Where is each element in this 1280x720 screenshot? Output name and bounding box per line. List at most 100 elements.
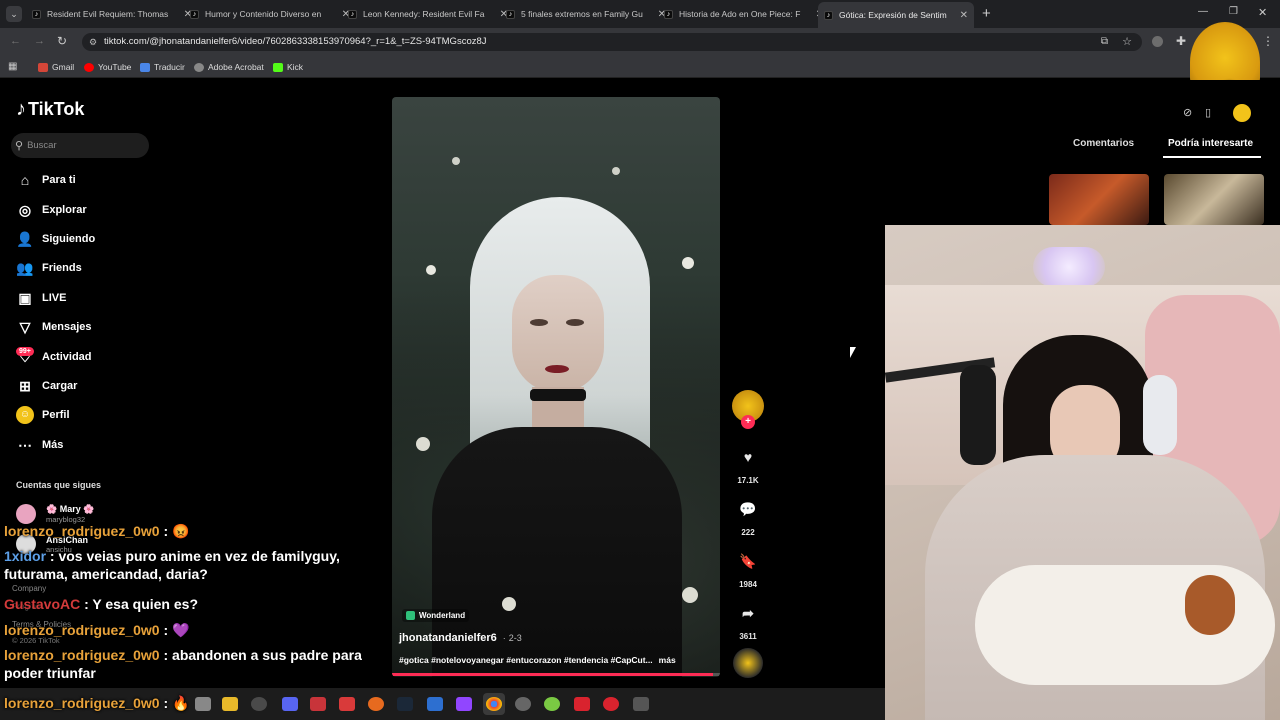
steam-icon[interactable] xyxy=(397,697,413,711)
back-icon[interactable]: ← xyxy=(10,35,21,47)
nav-cargar[interactable]: ⊞ Cargar xyxy=(16,377,77,395)
apps-grid-icon[interactable]: ▦ xyxy=(8,61,17,72)
url-input[interactable]: ⚙ tiktok.com/@jhonatandanielfer6/video/7… xyxy=(82,33,1142,51)
browser-tab[interactable]: ♪ 5 finales extremos en Family Gu ✕ xyxy=(500,4,672,24)
bookmark-icon: 🔖 xyxy=(739,552,757,569)
tab-comentarios[interactable]: Comentarios xyxy=(1073,138,1134,149)
video-flower xyxy=(502,597,516,611)
taskbar-app-icon[interactable] xyxy=(544,697,560,711)
chat-message: lorenzo_rodriguez_0w0 : 💜 xyxy=(4,621,189,639)
browser-tab[interactable]: ♪ Historia de Ado en One Piece: F ✕ xyxy=(658,4,830,24)
nav-para-ti[interactable]: ⌂ Para ti xyxy=(16,171,76,189)
suggested-video-thumbnail[interactable] xyxy=(1049,174,1149,225)
bookmark-kick[interactable]: Kick xyxy=(273,62,303,72)
taskbar-app-icon[interactable] xyxy=(515,697,531,711)
video-progress-track[interactable] xyxy=(392,673,720,676)
sound-badge[interactable]: Wonderland xyxy=(402,609,470,622)
chat-message: lorenzo_rodriguez_0w0 : 😡 xyxy=(4,522,189,540)
suggested-video-thumbnail[interactable] xyxy=(1164,174,1264,225)
bookmark-youtube[interactable]: YouTube xyxy=(84,62,131,72)
tab-search-icon[interactable]: ⌄ xyxy=(6,6,22,22)
save-button[interactable]: 🔖 1984 xyxy=(730,546,766,590)
footer-company[interactable]: Company xyxy=(12,584,46,593)
file-explorer-icon[interactable] xyxy=(222,697,238,711)
like-button[interactable]: ♥ 17.1K xyxy=(730,442,766,485)
bookmark-adobe[interactable]: Adobe Acrobat xyxy=(194,62,264,72)
firefox-icon[interactable] xyxy=(368,697,384,711)
reload-icon[interactable]: ↻ xyxy=(57,34,67,48)
forward-icon[interactable]: → xyxy=(34,35,45,47)
avatar xyxy=(16,504,36,524)
taskbar-app-icon[interactable] xyxy=(603,697,619,711)
close-tab-icon[interactable]: ✕ xyxy=(960,10,968,21)
maximize-icon[interactable]: ❐ xyxy=(1229,6,1238,17)
taskbar-app-icon[interactable] xyxy=(195,697,211,711)
sound-disc[interactable] xyxy=(733,648,763,678)
video-hashtags[interactable]: #gotica #notelovoyanegar #entucorazon #t… xyxy=(399,655,653,665)
video-figure-eye xyxy=(566,319,584,326)
video-date-separator: · xyxy=(502,633,506,643)
chat-text: : Y esa quien es? xyxy=(80,596,198,612)
chat-username: lorenzo_rodriguez_0w0 xyxy=(4,647,160,663)
follow-plus-icon[interactable]: + xyxy=(741,415,755,429)
puzzle-extension-icon[interactable]: ✚ xyxy=(1176,34,1186,48)
nav-live[interactable]: ▣ LIVE xyxy=(16,289,66,307)
more-link[interactable]: más xyxy=(659,655,676,665)
browser-tab[interactable]: ♪ Leon Kennedy: Resident Evil Fa ✕ xyxy=(342,4,514,24)
chrome-icon[interactable] xyxy=(486,697,502,711)
taskbar-app-icon[interactable] xyxy=(310,697,326,711)
video-date: 2-3 xyxy=(508,633,522,643)
screen: ⌄ ♪ Resident Evil Requiem: Thomas ✕ ♪ Hu… xyxy=(0,0,1280,720)
nav-explorar[interactable]: ◎ Explorar xyxy=(16,201,87,219)
right-panel-tool-icon[interactable]: ⊘ xyxy=(1183,106,1192,119)
right-panel-phone-icon[interactable]: ▯ xyxy=(1205,106,1211,119)
avatar[interactable] xyxy=(1233,104,1251,122)
taskbar-app-icon[interactable] xyxy=(251,697,267,711)
menu-dots-icon[interactable]: ⋮ xyxy=(1262,34,1274,48)
share-button[interactable]: ➦ 3611 xyxy=(730,598,766,642)
search-input[interactable]: ⚲ Buscar xyxy=(11,133,149,158)
new-tab-button[interactable]: + xyxy=(982,5,991,22)
taskbar-app-icon[interactable] xyxy=(339,697,355,711)
tiktok-logo[interactable]: ♪ TikTok xyxy=(16,98,84,121)
taskbar-app-icon[interactable] xyxy=(633,697,649,711)
taskbar-app-icon[interactable] xyxy=(574,697,590,711)
site-info-icon[interactable]: ⚙ xyxy=(89,33,97,51)
comment-button[interactable]: 💬 222 xyxy=(730,494,766,538)
right-panel: ⊘ ▯ Comentarios Podría interesarte xyxy=(1033,80,1280,225)
bookmark-gmail[interactable]: Gmail xyxy=(38,62,74,72)
tiktok-favicon-icon: ♪ xyxy=(506,9,515,19)
browser-tab-bar: ⌄ ♪ Resident Evil Requiem: Thomas ✕ ♪ Hu… xyxy=(0,0,1280,28)
browser-tab[interactable]: ♪ Resident Evil Requiem: Thomas ✕ xyxy=(26,4,198,24)
chat-message: lorenzo_rodriguez_0w0 : abandonen a sus … xyxy=(4,646,384,682)
upload-icon: ⊞ xyxy=(19,378,31,394)
bookmark-translate[interactable]: Traducir xyxy=(140,62,185,72)
extensions-icon[interactable] xyxy=(1152,36,1163,47)
following-item[interactable]: 🌸 Mary 🌸 maryblog32 xyxy=(16,504,94,524)
bookmark-star-icon[interactable]: ☆ xyxy=(1122,33,1132,51)
chat-text: : 😡 xyxy=(159,523,190,539)
chat-text: : 💜 xyxy=(159,622,190,638)
video-player[interactable]: Wonderland jhonatandanielfer6 · 2-3 #got… xyxy=(392,97,720,677)
close-window-icon[interactable]: ✕ xyxy=(1258,6,1267,19)
browser-tab[interactable]: ♪ Humor y Contenido Diverso en ✕ xyxy=(184,4,356,24)
video-flower xyxy=(612,167,620,175)
tiktok-favicon-icon: ♪ xyxy=(664,9,673,19)
discord-icon[interactable] xyxy=(282,697,298,711)
browser-tab-active[interactable]: ♪ Gótica: Expresión de Sentim ✕ xyxy=(818,2,974,28)
nav-mensajes[interactable]: ▽ Mensajes xyxy=(16,318,92,336)
nav-perfil[interactable]: ☺ Perfil xyxy=(16,406,70,424)
video-author[interactable]: jhonatandanielfer6 xyxy=(399,632,497,644)
video-figure-lips xyxy=(545,365,569,373)
nav-siguiendo[interactable]: 👤 Siguiendo xyxy=(16,230,95,248)
taskbar-app-icon[interactable] xyxy=(427,697,443,711)
tab-podria-interesarte[interactable]: Podría interesarte xyxy=(1168,138,1253,149)
video-hashtags-row: #gotica #notelovoyanegar #entucorazon #t… xyxy=(399,655,676,665)
nav-friends[interactable]: 👥 Friends xyxy=(16,259,81,277)
install-app-icon[interactable]: ⧉ xyxy=(1101,33,1108,51)
send-icon: ▽ xyxy=(19,319,31,335)
twitch-icon[interactable] xyxy=(456,697,472,711)
minimize-icon[interactable]: — xyxy=(1198,6,1208,17)
tiktok-favicon-icon: ♪ xyxy=(190,9,199,19)
nav-mas[interactable]: ⋯ Más xyxy=(16,436,63,454)
